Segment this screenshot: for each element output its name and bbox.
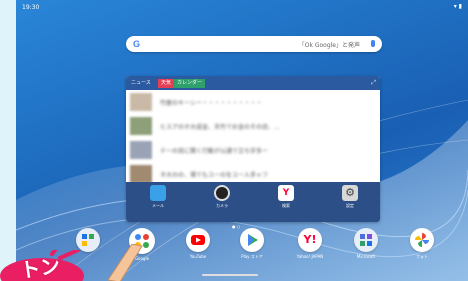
mail-icon: [150, 185, 166, 201]
news-headline: 竹屋のキ一シー・・・・・・・・・・: [160, 100, 263, 107]
folder-icon: [76, 228, 100, 252]
news-thumbnail: [130, 141, 152, 159]
youtube-icon: [186, 228, 210, 252]
dock-mail[interactable]: メール: [138, 185, 178, 219]
tab-weather[interactable]: 天気: [158, 79, 175, 88]
app-label: Yahoo! JAPAN: [296, 254, 324, 259]
news-row[interactable]: テ一の目に関く行動が以通で立ち宇多ー: [126, 138, 380, 163]
yahoo-icon: Y: [278, 185, 294, 201]
tab-news[interactable]: ニュース: [128, 79, 154, 88]
news-headline: ネ大のの、場でもユーのをユー入手ャフ: [160, 172, 269, 179]
tap-callout-text: トン: [18, 253, 62, 281]
app-yahoo[interactable]: Y! Yahoo! JAPAN: [290, 228, 330, 259]
app-photos[interactable]: フォト: [402, 228, 442, 260]
widget-tabs: ニュース 天気 カレンダー ⤢: [126, 76, 380, 90]
status-time: 19:30: [22, 4, 40, 11]
news-row[interactable]: 竹屋のキ一シー・・・・・・・・・・: [126, 90, 380, 115]
gear-icon: ⚙: [342, 185, 358, 201]
app-label: YouTube: [189, 254, 207, 259]
expand-icon[interactable]: ⤢: [371, 79, 376, 87]
widget-dock: メール カメラ Y 検索 ⚙ 設定: [126, 182, 380, 222]
dock-search[interactable]: Y 検索: [266, 185, 306, 219]
google-logo-icon: G: [133, 39, 141, 49]
dock-camera[interactable]: カメラ: [202, 185, 242, 219]
news-row[interactable]: ヒスアのホ大成金、天竹でお金のその店、...: [126, 114, 380, 139]
dock-label: メール: [152, 203, 164, 208]
dock-settings[interactable]: ⚙ 設定: [330, 185, 370, 219]
pointing-finger-icon: [107, 244, 143, 281]
app-label: フォト: [416, 254, 428, 259]
app-label: Microsoft: [356, 254, 376, 259]
home-gesture-bar[interactable]: [202, 274, 258, 276]
photos-icon: [410, 228, 434, 252]
dock-label: 設定: [346, 203, 354, 208]
play-store-icon: [240, 228, 264, 252]
camera-icon: [214, 185, 230, 201]
dock-label: 検索: [282, 203, 290, 208]
news-thumbnail: [130, 165, 152, 183]
status-icons: ▾ ▮: [453, 3, 462, 10]
microsoft-icon: [354, 228, 378, 252]
tab-calendar[interactable]: カレンダー: [174, 79, 206, 88]
news-thumbnail: [130, 93, 152, 111]
yahoo-app-icon: Y!: [298, 228, 322, 252]
news-headline: ヒスアのホ大成金、天竹でお金のその店、...: [160, 124, 280, 131]
app-youtube[interactable]: YouTube: [178, 228, 218, 259]
news-thumbnail: [130, 117, 152, 135]
google-search-bar[interactable]: G 「Ok Google」と発声: [126, 36, 382, 52]
app-label: Play ストア: [241, 254, 263, 259]
status-bar: 19:30 ▾ ▮: [16, 0, 468, 14]
dock-label: カメラ: [216, 203, 228, 208]
news-headline: テ一の目に関く行動が以通で立ち宇多ー: [160, 148, 269, 155]
app-microsoft[interactable]: Microsoft: [346, 228, 386, 259]
mic-icon[interactable]: [371, 40, 375, 47]
news-widget: ニュース 天気 カレンダー ⤢ 竹屋のキ一シー・・・・・・・・・・ ヒスアのホ大…: [126, 76, 380, 222]
tablet-frame: 19:30 ▾ ▮ G 「Ok Google」と発声 ニュース 天気 カレンダー…: [0, 0, 468, 281]
app-play-store[interactable]: Play ストア: [232, 228, 272, 260]
search-hint: 「Ok Google」と発声: [298, 42, 360, 49]
